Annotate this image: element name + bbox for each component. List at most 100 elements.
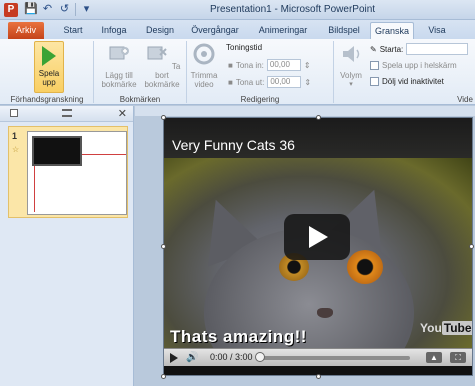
- start-row: ✎ Starta:: [370, 43, 469, 55]
- tab-insert[interactable]: Infoga: [96, 22, 132, 39]
- ribbon: Spela upp Förhandsgranskning Lägg till b…: [0, 39, 475, 105]
- slides-panel: ✕ 1 ☆: [0, 106, 134, 386]
- tab-file[interactable]: Arkiv: [8, 22, 44, 39]
- play-icon: [309, 226, 328, 248]
- editing-group-label: Redigering: [240, 95, 280, 104]
- youtube-logo-you: You: [420, 321, 442, 335]
- fade-in-field[interactable]: 00,00: [266, 59, 301, 71]
- slide-thumbnail: [27, 131, 127, 215]
- add-bookmark-icon: [109, 46, 129, 60]
- youtube-logo-tube: Tube: [441, 321, 472, 335]
- tab-transitions[interactable]: Övergångar: [186, 22, 244, 39]
- hide-row: Dölj vid inaktivitet: [370, 77, 444, 86]
- thumbnail-video: [32, 136, 82, 166]
- tab-slideshow[interactable]: Bildspel: [322, 22, 366, 39]
- hide-label: Dölj vid inaktivitet: [382, 77, 444, 86]
- video-caption: Thats amazing!!: [170, 327, 307, 346]
- fade-out-spinner-icon[interactable]: ⇕: [304, 78, 311, 87]
- undo-icon[interactable]: ↶: [41, 3, 54, 16]
- volume-label: Volym: [340, 71, 362, 80]
- close-icon[interactable]: ✕: [118, 107, 127, 120]
- fade-in-row: ■ Tona in: 00,00 ⇕: [228, 59, 311, 71]
- start-label: Starta:: [379, 44, 404, 54]
- volume-icon[interactable]: 🔊: [186, 352, 198, 363]
- play-icon: [42, 46, 56, 66]
- slide-thumbnail-item[interactable]: 1 ☆: [8, 126, 128, 218]
- fullscreen-label: Spela upp i helskärm: [382, 61, 457, 70]
- resize-handle[interactable]: [469, 244, 474, 249]
- save-icon[interactable]: 💾: [24, 3, 38, 16]
- fullscreen-checkbox[interactable]: [370, 61, 379, 70]
- video-player[interactable]: Very Funny Cats 36 Thats amazing!! You Tu…: [163, 117, 473, 376]
- powerpoint-app-icon[interactable]: P: [4, 3, 18, 17]
- video-title: Very Funny Cats 36: [172, 137, 295, 153]
- video-controls: 🔊 0:00 / 3:00 ▲ ⛶: [164, 348, 472, 366]
- add-bookmark-label: Lägg till bokmärke: [101, 71, 137, 89]
- fullscreen-row: Spela upp i helskärm: [370, 61, 457, 70]
- play-button-label: Spela upp: [38, 69, 60, 87]
- cat-eye: [347, 250, 383, 284]
- fade-in-icon: ■: [228, 60, 233, 70]
- remove-bookmark-icon: [147, 46, 167, 60]
- title-bar: P 💾 ↶ ↺ ▾ Presentation1 - Microsoft Powe…: [0, 0, 475, 20]
- tab-animations[interactable]: Animeringar: [252, 22, 314, 39]
- video-progress-bar[interactable]: [260, 356, 410, 360]
- thumbnail-line: [82, 154, 126, 155]
- eject-icon[interactable]: ▲: [426, 352, 442, 363]
- redo-icon[interactable]: ↺: [58, 3, 71, 16]
- trim-video-icon: [193, 43, 215, 65]
- play-icon[interactable]: [170, 353, 178, 363]
- ribbon-tabs: Arkiv Start Infoga Design Övergångar Ani…: [0, 20, 475, 39]
- tab-view[interactable]: Visa: [422, 22, 452, 39]
- fade-out-row: ■ Tona ut: 00,00 ⇕: [228, 76, 311, 88]
- add-bookmark-button[interactable]: Lägg till bokmärke: [99, 41, 139, 89]
- group-separator: [186, 41, 187, 103]
- quick-access-toolbar: 💾 ↶ ↺ ▾: [24, 3, 93, 17]
- star-icon: ☆: [12, 145, 20, 154]
- fade-out-label: Tona ut:: [235, 77, 265, 87]
- trim-video-label: Trimma video: [190, 71, 218, 89]
- start-dropdown[interactable]: [406, 43, 469, 55]
- video-play-overlay-button[interactable]: [284, 214, 350, 260]
- tab-design[interactable]: Design: [142, 22, 178, 39]
- slides-tab-icon[interactable]: [10, 109, 18, 117]
- resize-handle[interactable]: [161, 244, 166, 249]
- fade-duration-heading: Toningstid: [226, 43, 263, 52]
- trim-video-button[interactable]: Trimma video: [188, 41, 220, 89]
- youtube-logo[interactable]: You Tube: [420, 321, 472, 335]
- resize-handle[interactable]: [316, 115, 321, 120]
- video-options-group-label: Vide: [457, 95, 473, 104]
- editor-ruler: [135, 106, 475, 116]
- fade-out-field[interactable]: 00,00: [267, 76, 302, 88]
- play-button[interactable]: Spela upp: [34, 41, 64, 93]
- tab-start[interactable]: Start: [58, 22, 88, 39]
- video-title-bar: Very Funny Cats 36: [164, 118, 472, 158]
- preview-group-label: Förhandsgranskning: [10, 95, 84, 104]
- video-time: 0:00 / 3:00: [210, 352, 253, 362]
- video-progress-knob[interactable]: [255, 352, 265, 362]
- panel-tabs: ✕: [0, 106, 133, 122]
- tab-review[interactable]: Granska: [370, 22, 414, 39]
- resize-handle[interactable]: [316, 374, 321, 379]
- outline-tab-icon[interactable]: [62, 109, 72, 117]
- thumbnail-line: [34, 166, 35, 212]
- resize-handle[interactable]: [161, 374, 166, 379]
- slide-number: 1: [12, 131, 18, 141]
- remove-bookmark-button[interactable]: Ta bort bokmärke: [142, 41, 182, 89]
- fade-out-icon: ■: [228, 77, 233, 87]
- window-title: Presentation1 - Microsoft PowerPoint: [210, 4, 376, 15]
- group-separator: [93, 41, 94, 103]
- fade-in-label: Tona in:: [235, 60, 264, 70]
- start-icon: ✎: [370, 44, 377, 54]
- toolbar-separator: [75, 3, 76, 16]
- group-separator: [333, 41, 334, 103]
- resize-handle[interactable]: [161, 115, 166, 120]
- volume-button[interactable]: Volym ▾: [336, 41, 366, 89]
- fade-in-spinner-icon[interactable]: ⇕: [304, 61, 311, 70]
- customize-toolbar-icon[interactable]: ▾: [80, 3, 93, 16]
- fullscreen-icon[interactable]: ⛶: [450, 352, 466, 363]
- bookmarks-group-label: Bokmärken: [119, 95, 161, 104]
- volume-dropdown-icon: ▾: [349, 81, 353, 88]
- speaker-icon: [343, 46, 360, 62]
- hide-checkbox[interactable]: [370, 77, 379, 86]
